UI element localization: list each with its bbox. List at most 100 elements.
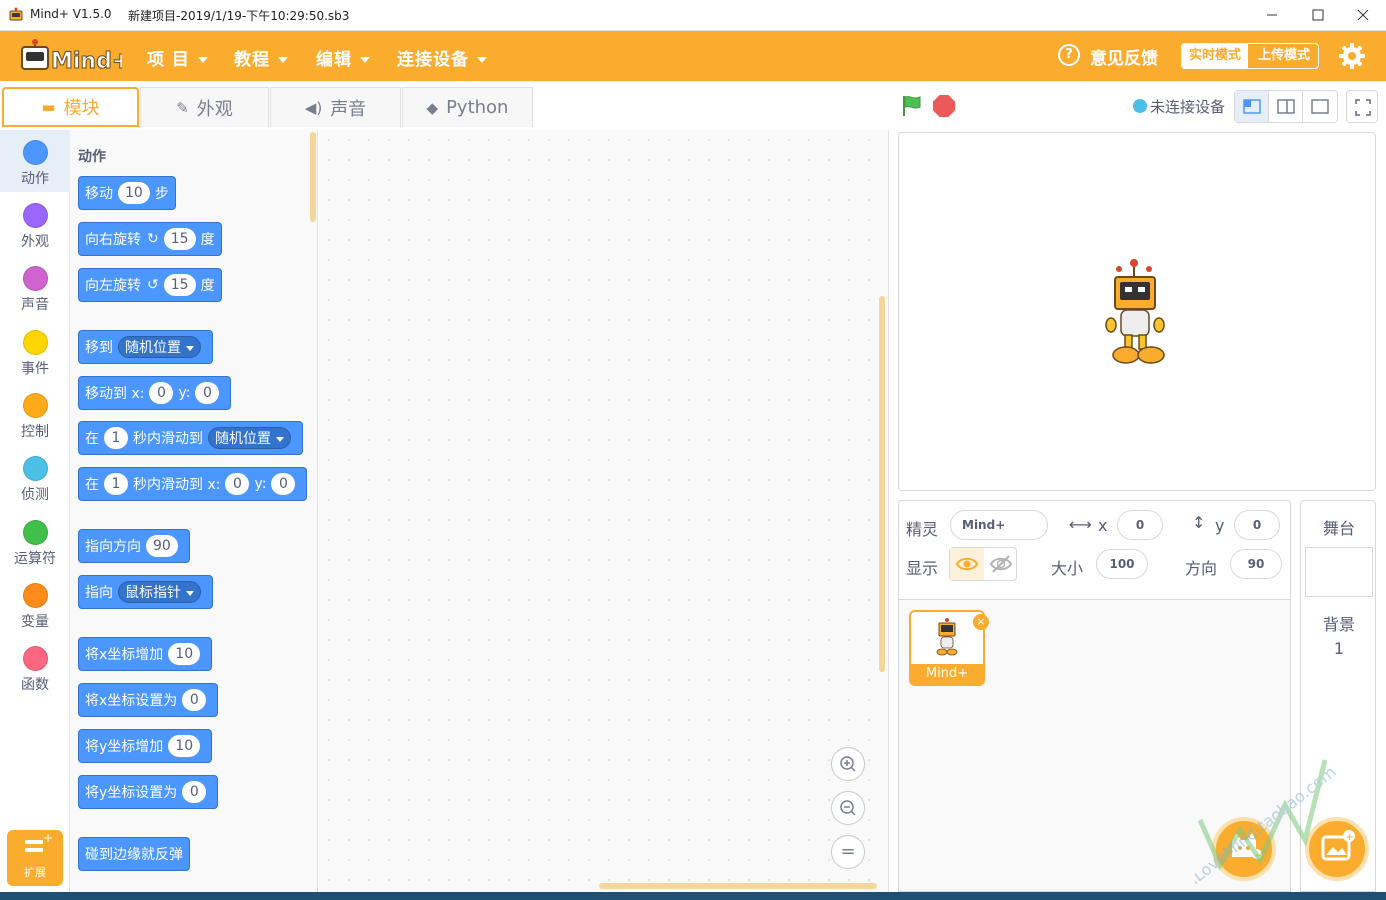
block-text: y: [178, 385, 191, 401]
y-input[interactable]: 0 [195, 382, 220, 404]
gear-icon[interactable] [1338, 42, 1366, 70]
glide-target-dropdown[interactable]: 随机位置 [208, 427, 291, 449]
direction-input[interactable]: 90 [146, 535, 178, 557]
backdrop-count: 1 [1333, 639, 1345, 658]
category-operators[interactable]: 运算符 [0, 510, 70, 572]
point-target-dropdown[interactable]: 鼠标指针 [118, 581, 201, 603]
mode-toggle[interactable]: 实时模式 上传模式 [1181, 43, 1319, 69]
block-goto[interactable]: 移到 随机位置 [78, 330, 213, 364]
block-glide-xy[interactable]: 在 1 秒内滑动到 x: 0 y: 0 [78, 467, 308, 501]
block-turn-left[interactable]: 向左旋转 ↺ 15 度 [78, 268, 222, 302]
close-button[interactable] [1340, 0, 1386, 31]
goto-target-dropdown[interactable]: 随机位置 [118, 336, 201, 358]
python-icon: ◆ [426, 98, 439, 117]
small-stage-icon [1243, 99, 1261, 114]
sprite-x-input[interactable]: 0 [1117, 510, 1163, 540]
block-text: 移动到 x: [85, 386, 145, 402]
block-glide-to[interactable]: 在 1 秒内滑动到 随机位置 [78, 421, 303, 455]
seconds-input[interactable]: 1 [104, 473, 128, 495]
category-control[interactable]: 控制 [0, 383, 70, 445]
zoom-in-button[interactable] [831, 747, 865, 781]
category-looks[interactable]: 外观 [0, 193, 70, 255]
chevron-down-icon [278, 57, 288, 63]
palette-scrollbar[interactable] [310, 132, 316, 222]
zoom-reset-button[interactable]: = [831, 835, 865, 869]
category-motion[interactable]: 动作 [0, 130, 70, 192]
realtime-mode-button[interactable]: 实时模式 [1182, 44, 1248, 68]
app-name: Mind+ V1.5.0 [30, 7, 112, 21]
sprite-y-input[interactable]: 0 [1234, 510, 1280, 540]
minimize-button[interactable] [1249, 0, 1295, 31]
feedback-link[interactable]: 意见反馈 [1090, 44, 1158, 69]
category-sound[interactable]: 声音 [0, 256, 70, 318]
green-flag-icon[interactable] [900, 94, 924, 118]
help-icon: ? [1058, 44, 1080, 66]
block-set-x[interactable]: 将x坐标设置为 0 [78, 683, 219, 717]
sprite-name-input[interactable]: Mind+ [950, 510, 1048, 540]
y-input[interactable]: 0 [182, 781, 207, 803]
script-horizontal-scrollbar[interactable] [599, 883, 877, 889]
maximize-button[interactable] [1295, 0, 1341, 31]
block-move-steps[interactable]: 移动 10 步 [78, 176, 176, 210]
stage-canvas[interactable] [898, 132, 1376, 491]
block-change-y[interactable]: 将y坐标增加 10 [78, 729, 213, 763]
degrees-input[interactable]: 15 [163, 274, 196, 296]
tab-sounds[interactable]: ◀) 声音 [270, 87, 401, 127]
menu-connect-device[interactable]: 连接设备 [397, 45, 487, 70]
x-input[interactable]: 0 [182, 689, 207, 711]
block-change-x[interactable]: 将x坐标增加 10 [78, 637, 213, 671]
normal-stage-button[interactable] [1269, 91, 1303, 122]
sprite-thumbnail[interactable]: × Mind+ [909, 610, 989, 686]
stage-thumbnail[interactable] [1305, 547, 1373, 597]
show-button[interactable] [950, 548, 984, 580]
small-stage-button[interactable] [1235, 91, 1269, 122]
degrees-input[interactable]: 15 [163, 228, 196, 250]
category-variables[interactable]: 变量 [0, 573, 70, 635]
y-input[interactable]: 0 [271, 473, 296, 495]
sprite-name-label: 精灵 [906, 520, 939, 539]
tab-costumes[interactable]: ✎ 外观 [140, 87, 269, 127]
menu-project[interactable]: 项 目 [147, 45, 208, 70]
steps-input[interactable]: 10 [118, 182, 150, 204]
connection-status: 未连接设备 [1150, 98, 1226, 116]
category-functions[interactable]: 函数 [0, 636, 70, 698]
block-text: y: [254, 476, 267, 492]
upload-mode-button[interactable]: 上传模式 [1248, 44, 1318, 68]
sprite-size-input[interactable]: 100 [1096, 549, 1148, 579]
menu-tutorial[interactable]: 教程 [234, 45, 288, 70]
document-name: 新建项目-2019/1/19-下午10:29:50.sb3 [128, 9, 350, 23]
sprite-direction-input[interactable]: 90 [1230, 549, 1282, 579]
block-text: 将y坐标设置为 [85, 785, 178, 801]
category-sensing[interactable]: 侦测 [0, 446, 70, 508]
hide-button[interactable] [984, 548, 1018, 580]
script-area[interactable]: = [319, 130, 889, 900]
delete-sprite-icon[interactable]: × [973, 614, 989, 630]
block-set-y[interactable]: 将y坐标设置为 0 [78, 775, 219, 809]
tab-python[interactable]: ◆ Python [402, 87, 533, 127]
maximize-icon [1312, 9, 1324, 21]
dx-input[interactable]: 10 [168, 643, 201, 665]
block-turn-right[interactable]: 向右旋转 ↻ 15 度 [78, 222, 222, 256]
block-bounce-edge[interactable]: 碰到边缘就反弹 [78, 837, 190, 871]
block-point-towards[interactable]: 指向 鼠标指针 [78, 575, 213, 609]
menu-edit[interactable]: 编辑 [316, 45, 370, 70]
palette-title: 动作 [78, 149, 106, 165]
stop-icon[interactable] [933, 95, 955, 117]
block-text: 指向方向 [85, 539, 141, 555]
dy-input[interactable]: 10 [168, 735, 201, 757]
x-input[interactable]: 0 [225, 473, 250, 495]
tab-blocks[interactable]: ▬ 模块 [2, 87, 139, 127]
fullscreen-button[interactable] [1346, 90, 1378, 123]
block-point-direction[interactable]: 指向方向 90 [78, 529, 190, 563]
extension-button[interactable]: + 扩展 [7, 830, 63, 886]
category-events[interactable]: 事件 [0, 320, 70, 382]
block-goto-xy[interactable]: 移动到 x: 0 y: 0 [78, 376, 232, 410]
large-stage-button[interactable] [1303, 91, 1337, 122]
mindplus-logo[interactable]: Mind+ [18, 37, 122, 77]
x-input[interactable]: 0 [149, 382, 174, 404]
seconds-input[interactable]: 1 [104, 427, 128, 449]
tab-sounds-label: 声音 [330, 98, 367, 120]
script-vertical-scrollbar[interactable] [879, 296, 885, 672]
mindplus-mascot-sprite[interactable] [1105, 255, 1175, 371]
zoom-out-button[interactable] [831, 791, 865, 825]
